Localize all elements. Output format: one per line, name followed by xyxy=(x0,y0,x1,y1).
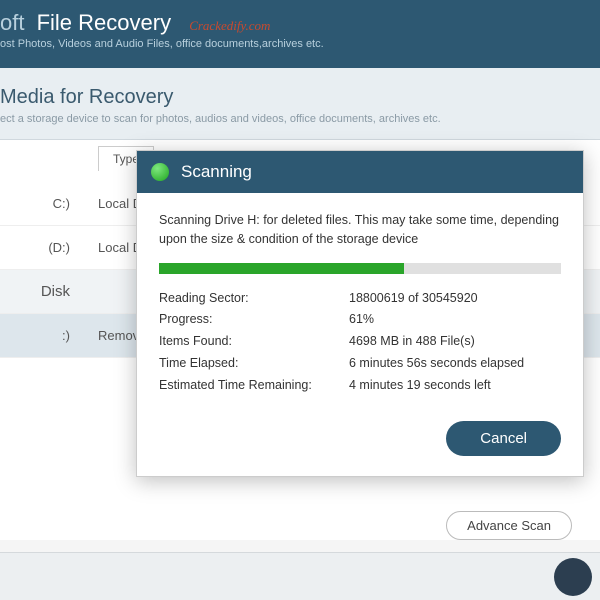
stat-label: Time Elapsed: xyxy=(159,353,349,375)
stat-value: 4698 MB in 488 File(s) xyxy=(349,331,475,353)
app-title: oft File Recovery Crackedify.com xyxy=(0,10,600,36)
scanning-dialog: Scanning Scanning Drive H: for deleted f… xyxy=(136,150,584,477)
dialog-body: Scanning Drive H: for deleted files. Thi… xyxy=(137,193,583,413)
fab-icon[interactable] xyxy=(554,558,592,596)
section-desc: ect a storage device to scan for photos,… xyxy=(0,113,600,125)
drive-letter: :) xyxy=(0,328,98,343)
stat-label: Estimated Time Remaining: xyxy=(159,375,349,397)
section-header: Media for Recovery ect a storage device … xyxy=(0,68,600,140)
app-header: oft File Recovery Crackedify.com ost Pho… xyxy=(0,0,600,68)
cancel-button[interactable]: Cancel xyxy=(446,421,561,456)
group-label: Disk xyxy=(0,283,98,300)
footer-bar xyxy=(0,552,600,600)
drive-type: Remov xyxy=(98,328,139,343)
status-orb-icon xyxy=(151,163,169,181)
drive-letter: C:) xyxy=(0,196,98,211)
advance-scan-button[interactable]: Advance Scan xyxy=(446,511,572,540)
stat-time-elapsed: Time Elapsed: 6 minutes 56s seconds elap… xyxy=(159,353,561,375)
dialog-header: Scanning xyxy=(137,151,583,193)
dialog-footer: Cancel xyxy=(137,413,583,476)
drive-letter: (D:) xyxy=(0,240,98,255)
section-title: Media for Recovery xyxy=(0,86,600,109)
stat-reading-sector: Reading Sector: 18800619 of 30545920 xyxy=(159,288,561,310)
stat-label: Reading Sector: xyxy=(159,288,349,310)
stat-est-remaining: Estimated Time Remaining: 4 minutes 19 s… xyxy=(159,375,561,397)
title-prefix: oft xyxy=(0,10,24,35)
stat-value: 18800619 of 30545920 xyxy=(349,288,478,310)
app-subtitle: ost Photos, Videos and Audio Files, offi… xyxy=(0,38,600,50)
stat-items-found: Items Found: 4698 MB in 488 File(s) xyxy=(159,331,561,353)
title-main: File Recovery xyxy=(37,10,171,35)
stat-value: 61% xyxy=(349,309,374,331)
dialog-title: Scanning xyxy=(181,162,252,182)
stat-value: 6 minutes 56s seconds elapsed xyxy=(349,353,524,375)
watermark-text: Crackedify.com xyxy=(189,18,270,33)
stat-progress: Progress: 61% xyxy=(159,309,561,331)
progress-fill xyxy=(159,263,404,274)
progress-bar xyxy=(159,263,561,274)
stat-label: Items Found: xyxy=(159,331,349,353)
stat-label: Progress: xyxy=(159,309,349,331)
dialog-message: Scanning Drive H: for deleted files. Thi… xyxy=(159,211,561,249)
stat-value: 4 minutes 19 seconds left xyxy=(349,375,491,397)
